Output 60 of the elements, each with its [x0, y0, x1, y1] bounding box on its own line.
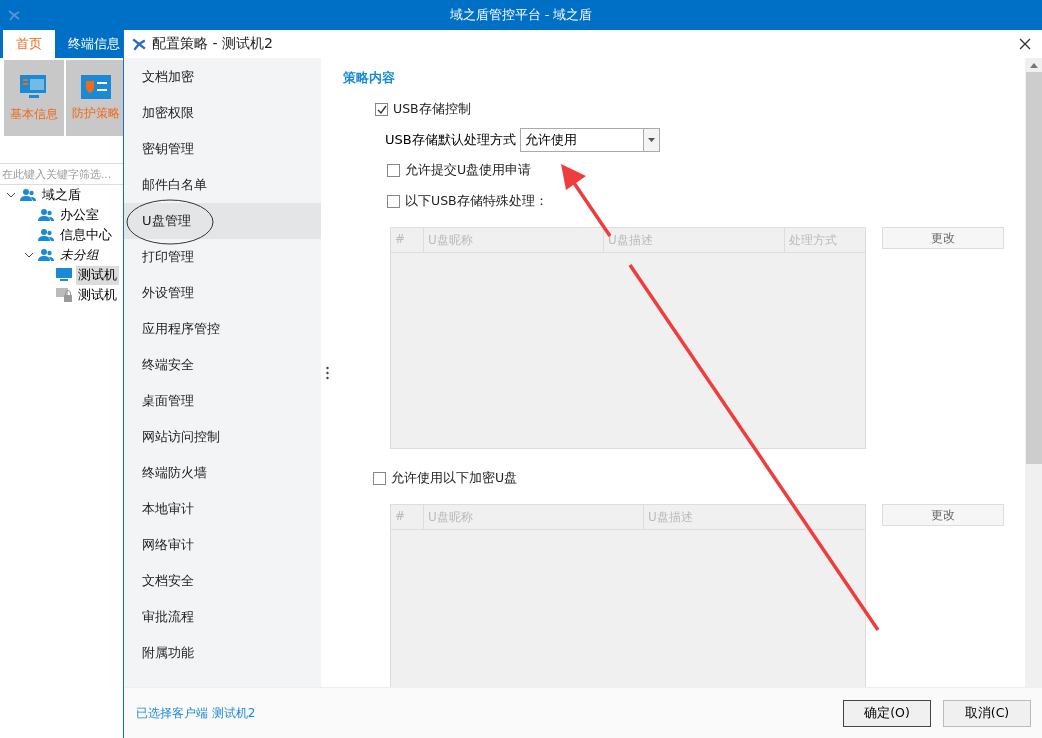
mode-dropdown[interactable]: 允许使用	[519, 128, 660, 152]
users-icon	[38, 208, 54, 222]
field-label: USB存储默认处理方式	[385, 131, 516, 149]
checkbox-label: 允许提交U盘使用申请	[405, 162, 532, 179]
checkbox[interactable]	[375, 103, 388, 116]
close-icon	[1019, 37, 1031, 50]
nav-item[interactable]: 文档安全	[124, 563, 321, 599]
tree-item[interactable]: 测试机	[76, 285, 119, 305]
monitor-icon	[56, 268, 72, 282]
nav-item[interactable]: 邮件白名单	[124, 167, 321, 203]
scrollbar[interactable]	[1025, 58, 1042, 687]
users-icon	[38, 228, 54, 242]
users-icon	[20, 188, 36, 202]
window-title: 域之盾管控平台 - 域之盾	[449, 6, 593, 24]
splitter-handle-icon[interactable]	[325, 365, 329, 380]
nav-item[interactable]: 附属功能	[124, 635, 321, 671]
ok-button[interactable]: 确定(O)	[843, 699, 931, 727]
nav-item[interactable]: 密钥管理	[124, 131, 321, 167]
status-text: 已选择客户端 测试机2	[136, 704, 257, 722]
tree-item[interactable]: 信息中心	[58, 225, 114, 245]
nav-item[interactable]: 文档加密	[124, 59, 321, 95]
nav-item[interactable]: 外设管理	[124, 275, 321, 311]
app-logo-icon	[8, 9, 20, 21]
checkbox-label: 以下USB存储特殊处理：	[405, 193, 548, 210]
change-button[interactable]: 更改	[882, 504, 1004, 526]
nav-item[interactable]: 终端安全	[124, 347, 321, 383]
tree-item[interactable]: 未分组	[58, 245, 101, 265]
shield-card-icon	[81, 74, 111, 99]
chevron-icon[interactable]	[24, 250, 34, 260]
users-icon	[38, 248, 54, 262]
checkbox[interactable]	[387, 164, 400, 177]
monitor-card-icon	[19, 73, 49, 100]
nav-item[interactable]: 本地审计	[124, 491, 321, 527]
app-logo-icon	[132, 37, 146, 51]
checkbox-label: 允许使用以下加密U盘	[391, 470, 518, 487]
tree-item[interactable]: 办公室	[58, 205, 101, 225]
nav-item[interactable]: 审批流程	[124, 599, 321, 635]
nav-item[interactable]: 桌面管理	[124, 383, 321, 419]
search-field[interactable]: 在此键入关键字筛选...	[0, 163, 123, 185]
nav-item[interactable]: 网站访问控制	[124, 419, 321, 455]
cancel-button[interactable]: 取消(C)	[943, 699, 1031, 727]
checkbox-label: USB存储控制	[393, 101, 471, 118]
nav-item[interactable]: 加密权限	[124, 95, 321, 131]
nav-item[interactable]: U盘管理	[124, 203, 321, 239]
section-heading: 策略内容	[343, 70, 396, 87]
column-header: #	[391, 505, 424, 530]
caret-icon	[647, 138, 655, 142]
checkbox[interactable]	[387, 195, 400, 208]
chevron-icon[interactable]	[6, 190, 16, 200]
tree-item[interactable]: 测试机	[76, 265, 119, 285]
nav-item[interactable]: 终端防火墙	[124, 455, 321, 491]
locked-monitor-icon	[56, 288, 72, 302]
checkbox[interactable]	[373, 472, 386, 485]
dialog-title: 配置策略 - 测试机2	[152, 35, 274, 53]
nav-item[interactable]: 打印管理	[124, 239, 321, 275]
tree-item[interactable]: 域之盾	[40, 185, 83, 205]
nav-item[interactable]: 网络审计	[124, 527, 321, 563]
column-header: #	[391, 228, 424, 253]
change-button[interactable]: 更改	[882, 227, 1004, 249]
nav-item[interactable]: 应用程序管控	[124, 311, 321, 347]
